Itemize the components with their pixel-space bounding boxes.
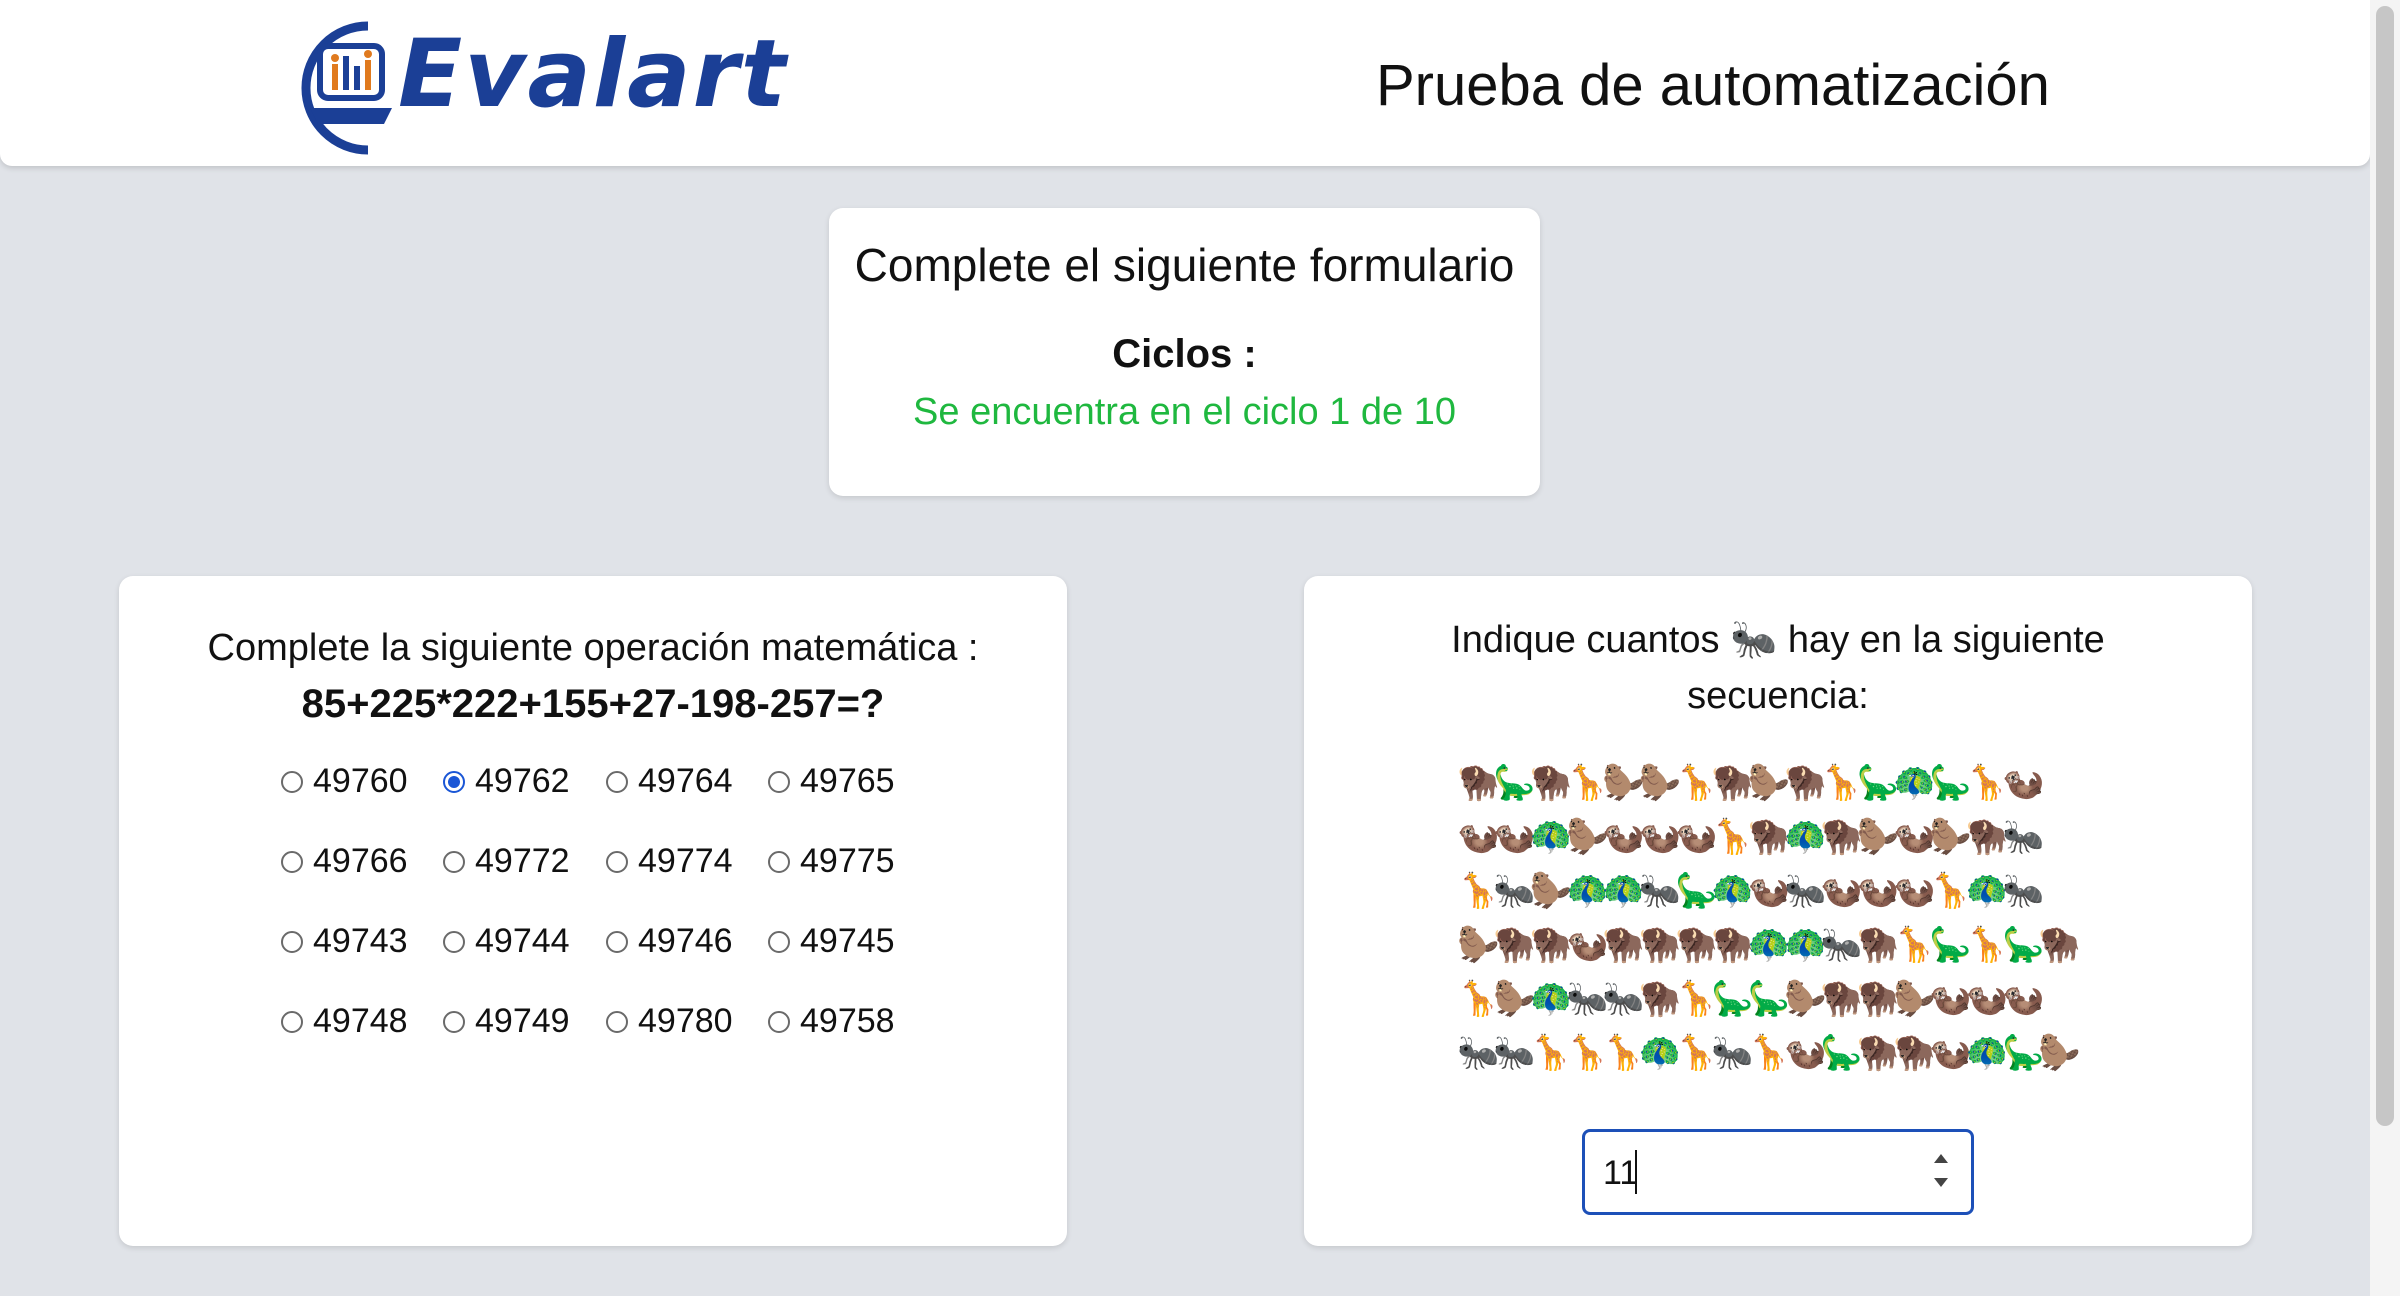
page-title: Prueba de automatización <box>1376 53 2050 118</box>
math-question-card: Complete la siguiente operación matemáti… <box>119 576 1067 1246</box>
radio-button[interactable] <box>768 850 790 873</box>
radio-button[interactable] <box>281 930 303 953</box>
answer-option-label[interactable]: 49772 <box>475 842 570 881</box>
radio-button[interactable] <box>281 850 303 873</box>
answer-option-label[interactable]: 49748 <box>313 1002 408 1041</box>
radio-button[interactable] <box>281 1010 303 1033</box>
radio-button[interactable] <box>768 930 790 953</box>
form-heading: Complete el siguiente formulario <box>854 239 1515 291</box>
answer-option[interactable]: 49772 <box>443 842 570 881</box>
answer-option[interactable]: 49745 <box>768 922 895 961</box>
math-operation: 85+225*222+155+27-198-257=? <box>301 682 885 726</box>
answer-option[interactable]: 49766 <box>281 842 408 881</box>
answer-option[interactable]: 49780 <box>606 1002 733 1041</box>
logo-text: Evalart <box>398 20 788 129</box>
radio-button[interactable] <box>606 930 628 953</box>
cycles-label: Ciclos : <box>1112 332 1257 376</box>
radio-button[interactable] <box>443 770 465 793</box>
answer-option[interactable]: 49765 <box>768 762 895 801</box>
answer-option[interactable]: 49746 <box>606 922 733 961</box>
radio-button[interactable] <box>443 930 465 953</box>
sequence-row: 🦒🐜🦫🦚🦚🐜🦕🦚🦦🐜🦦🦦🦦🦒🦚🐜 <box>1457 872 2044 910</box>
answer-option-label[interactable]: 49749 <box>475 1002 570 1041</box>
status-card: Complete el siguiente formulario Ciclos … <box>829 208 1540 496</box>
answer-option[interactable]: 49760 <box>281 762 408 801</box>
sequence-row: 🦦🦦🦚🦫🦦🦦🦦🦒🦬🦚🦬🦫🦦🦫🦬🐜 <box>1457 818 2044 856</box>
sequence-row: 🐜🐜🦒🦒🦒🦚🦒🐜🦒🦦🦕🦬🦬🦦🦚🦕🦫 <box>1457 1034 2081 1072</box>
answer-option[interactable]: 49775 <box>768 842 895 881</box>
radio-button[interactable] <box>443 850 465 873</box>
answer-option-label[interactable]: 49745 <box>800 922 895 961</box>
spin-up-icon[interactable] <box>1934 1154 1948 1163</box>
answer-option-label[interactable]: 49762 <box>475 762 570 801</box>
answer-option[interactable]: 49749 <box>443 1002 570 1041</box>
answer-option[interactable]: 49774 <box>606 842 733 881</box>
sequence-row: 🦫🦬🦬🦦🦬🦬🦬🦬🦚🦚🐜🦬🦒🦕🦒🦕🦬 <box>1457 926 2081 964</box>
radio-button[interactable] <box>606 850 628 873</box>
spin-down-icon[interactable] <box>1934 1178 1948 1187</box>
answer-option-label[interactable]: 49760 <box>313 762 408 801</box>
answer-option-label[interactable]: 49775 <box>800 842 895 881</box>
answer-option[interactable]: 49764 <box>606 762 733 801</box>
sequence-row: 🦒🦫🦚🐜🐜🦬🦒🦕🦕🦫🦬🦬🦫🦦🦦🦦 <box>1457 980 2044 1018</box>
math-question-label: Complete la siguiente operación matemáti… <box>207 627 979 669</box>
answer-option[interactable]: 49744 <box>443 922 570 961</box>
radio-button[interactable] <box>281 770 303 793</box>
evalart-logo: Evalart <box>280 16 786 156</box>
radio-button[interactable] <box>768 1010 790 1033</box>
radio-button[interactable] <box>606 1010 628 1033</box>
answer-option[interactable]: 49762 <box>443 762 570 801</box>
answer-option-label[interactable]: 49744 <box>475 922 570 961</box>
answer-option-label[interactable]: 49743 <box>313 922 408 961</box>
answer-option-label[interactable]: 49774 <box>638 842 733 881</box>
count-question-card: Indique cuantos 🐜 hay en la siguiente se… <box>1304 576 2252 1246</box>
text-caret <box>1635 1150 1637 1194</box>
count-question-label: Indique cuantos 🐜 hay en la siguiente se… <box>1451 619 2105 717</box>
radio-button[interactable] <box>768 770 790 793</box>
answer-option-label[interactable]: 49780 <box>638 1002 733 1041</box>
answer-option-label[interactable]: 49764 <box>638 762 733 801</box>
answer-option[interactable]: 49748 <box>281 1002 408 1041</box>
answer-option-label[interactable]: 49765 <box>800 762 895 801</box>
cycle-status: Se encuentra en el ciclo 1 de 10 <box>913 391 1456 433</box>
answer-option-label[interactable]: 49746 <box>638 922 733 961</box>
sequence-row: 🦬🦕🦬🦒🦫🦫🦒🦬🦫🦬🦒🦕🦚🦕🦒🦦 <box>1457 764 2044 802</box>
count-answer-input[interactable]: 11 <box>1582 1129 1974 1215</box>
radio-button[interactable] <box>606 770 628 793</box>
answer-option[interactable]: 49758 <box>768 1002 895 1041</box>
radio-button[interactable] <box>443 1010 465 1033</box>
answer-option-label[interactable]: 49766 <box>313 842 408 881</box>
page-header: Evalart Prueba de automatización <box>0 0 2370 166</box>
scrollbar[interactable] <box>2370 0 2400 1296</box>
emoji-sequence: 🦬🦕🦬🦒🦫🦫🦒🦬🦫🦬🦒🦕🦚🦕🦒🦦 🦦🦦🦚🦫🦦🦦🦦🦒🦬🦚🦬🦫🦦🦫🦬🐜 🦒🐜🦫🦚🦚🐜🦕🦚… <box>1457 756 2117 1080</box>
count-answer-value[interactable]: 11 <box>1603 1154 1638 1193</box>
number-spinner[interactable] <box>1929 1148 1953 1198</box>
scrollbar-thumb[interactable] <box>2376 6 2394 1126</box>
answer-option[interactable]: 49743 <box>281 922 408 961</box>
answer-option-label[interactable]: 49758 <box>800 1002 895 1041</box>
